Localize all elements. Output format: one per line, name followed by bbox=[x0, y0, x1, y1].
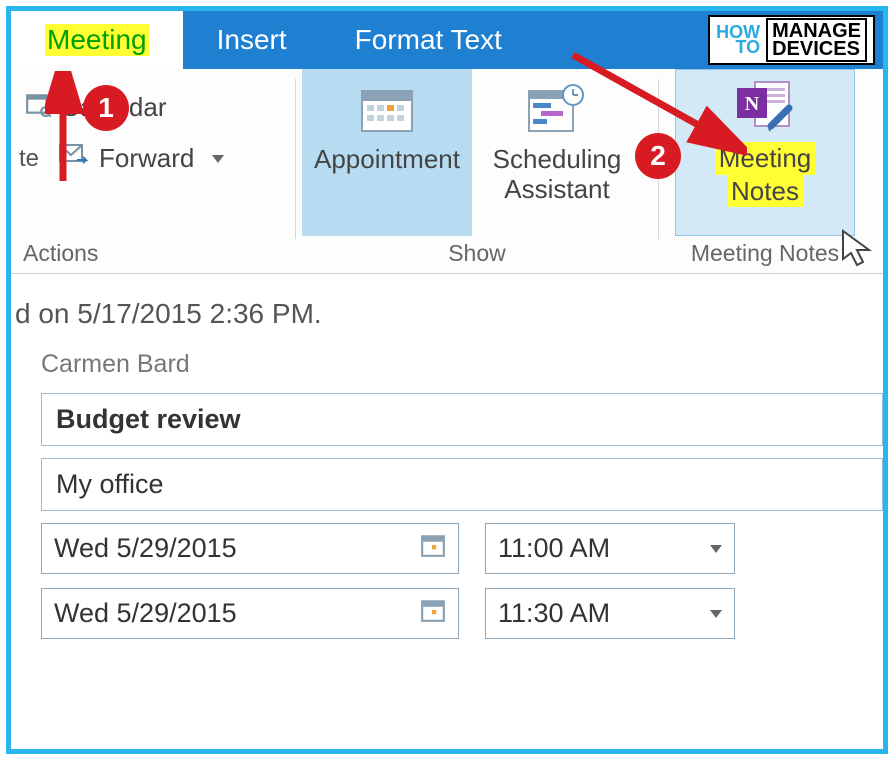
separator bbox=[658, 79, 659, 239]
ribbon-tabs: Meeting Insert Format Text HOW TO MANAGE… bbox=[11, 11, 883, 69]
svg-text:N: N bbox=[745, 93, 760, 115]
subject-field[interactable]: Budget review bbox=[41, 393, 883, 446]
logo-text: DEVICES bbox=[772, 40, 861, 58]
received-text: d on 5/17/2015 2:36 PM. bbox=[11, 292, 883, 350]
watermark-logo: HOW TO MANAGE DEVICES bbox=[708, 15, 875, 65]
start-date-value: Wed 5/29/2015 bbox=[54, 533, 237, 564]
meeting-notes-label-2: Notes bbox=[727, 175, 803, 208]
calendar-search-icon bbox=[25, 91, 51, 124]
end-time-value: 11:30 AM bbox=[498, 598, 610, 629]
ribbon-body: Calendar te Forward Actions bbox=[11, 69, 883, 274]
scheduling-label-1: Scheduling bbox=[493, 145, 622, 175]
delete-truncated-label: te bbox=[19, 145, 39, 173]
start-date-field[interactable]: Wed 5/29/2015 bbox=[41, 523, 459, 574]
appointment-icon bbox=[360, 79, 414, 139]
tab-meeting[interactable]: Meeting bbox=[11, 11, 183, 69]
group-label-show: Show bbox=[302, 236, 652, 273]
meeting-form: d on 5/17/2015 2:36 PM. Carmen Bard Budg… bbox=[11, 274, 883, 639]
chevron-down-icon bbox=[212, 155, 224, 163]
logo-text: TO bbox=[716, 40, 760, 55]
tab-insert[interactable]: Insert bbox=[183, 11, 321, 69]
calendar-picker-icon[interactable] bbox=[420, 597, 446, 630]
group-label-meeting-notes: Meeting Notes bbox=[665, 236, 865, 273]
separator bbox=[295, 79, 296, 239]
scheduling-icon bbox=[527, 79, 587, 139]
calendar-picker-icon[interactable] bbox=[420, 532, 446, 565]
tab-format-text[interactable]: Format Text bbox=[321, 11, 536, 69]
start-time-value: 11:00 AM bbox=[498, 533, 610, 564]
end-time-field[interactable]: 11:30 AM bbox=[485, 588, 735, 639]
forward-label: Forward bbox=[99, 143, 194, 174]
chevron-down-icon[interactable] bbox=[710, 545, 722, 553]
calendar-label: Calendar bbox=[61, 92, 167, 123]
scheduling-assistant-button[interactable]: Scheduling Assistant bbox=[472, 69, 642, 236]
appointment-label: Appointment bbox=[314, 145, 460, 175]
forward-icon bbox=[59, 142, 89, 175]
onenote-icon: N bbox=[735, 76, 795, 136]
organizer-name: Carmen Bard bbox=[11, 350, 883, 393]
group-label-actions: Actions bbox=[19, 236, 289, 273]
scheduling-label-2: Assistant bbox=[504, 175, 610, 205]
end-date-field[interactable]: Wed 5/29/2015 bbox=[41, 588, 459, 639]
location-field[interactable]: My office bbox=[41, 458, 883, 511]
app-window: Meeting Insert Format Text HOW TO MANAGE… bbox=[6, 6, 888, 754]
meeting-notes-label-1: Meeting bbox=[715, 142, 816, 175]
forward-button[interactable]: Forward bbox=[53, 140, 230, 177]
end-date-value: Wed 5/29/2015 bbox=[54, 598, 237, 629]
meeting-notes-button[interactable]: N Meeting Notes bbox=[675, 69, 855, 236]
start-time-field[interactable]: 11:00 AM bbox=[485, 523, 735, 574]
calendar-button[interactable]: Calendar bbox=[19, 89, 173, 126]
appointment-button[interactable]: Appointment bbox=[302, 69, 472, 236]
chevron-down-icon[interactable] bbox=[710, 610, 722, 618]
